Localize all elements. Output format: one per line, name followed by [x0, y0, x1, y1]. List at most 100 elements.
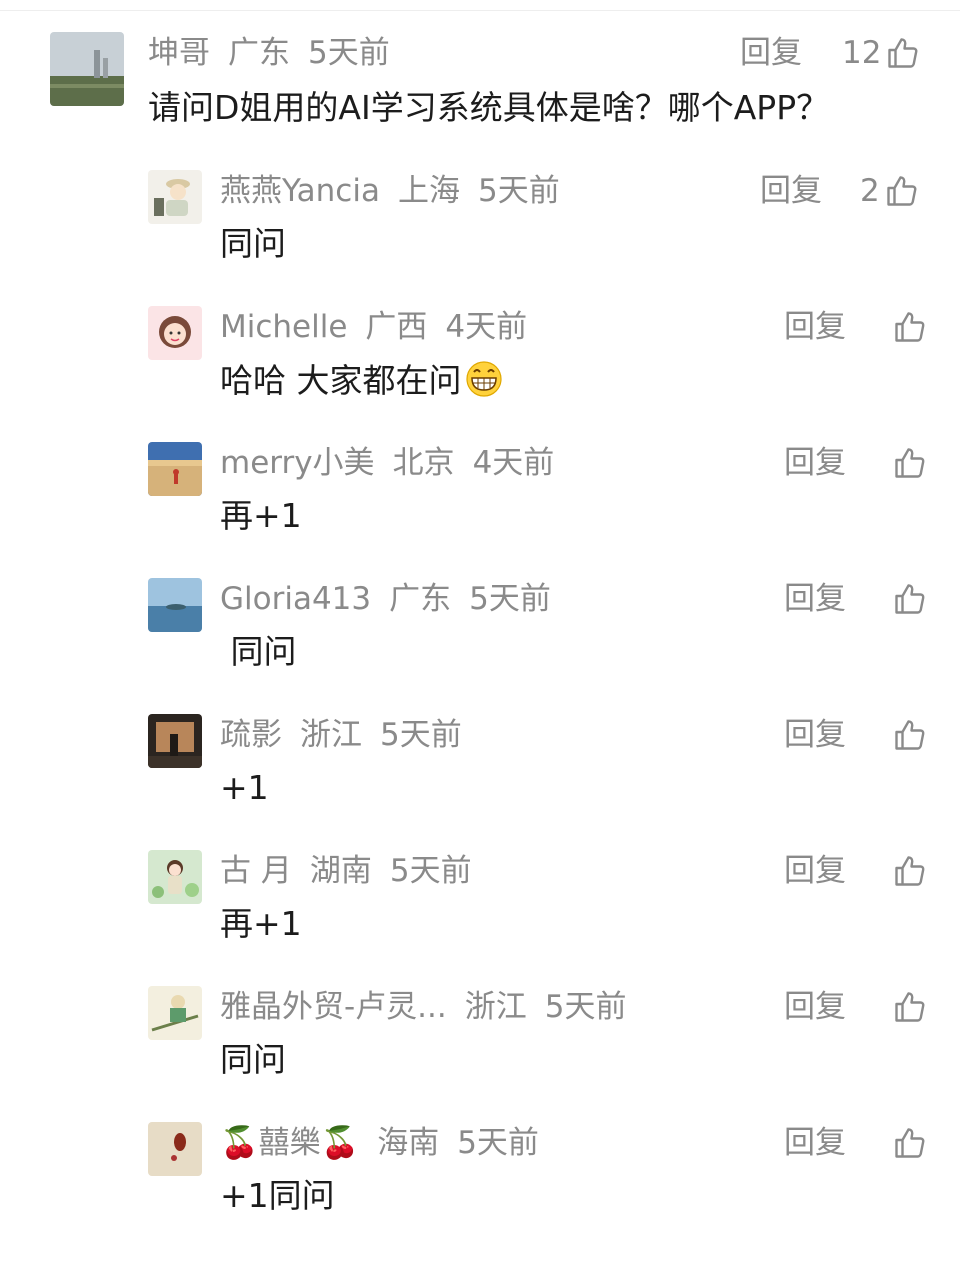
comment-meta: 坤哥 广东 5天前	[148, 32, 408, 74]
like-button[interactable]: 12	[842, 32, 921, 74]
avatar-desert-photo-icon	[148, 442, 202, 496]
location: 浙江	[464, 989, 527, 1025]
main-comment: 坤哥 广东 5天前 回复 12 请问D姐用的AI学习系统具体是啥？哪个APP？	[0, 0, 960, 136]
avatar-cartoon-girl-icon	[148, 306, 202, 360]
author-name[interactable]: Gloria413	[220, 581, 371, 617]
comment-text-content: 同问	[220, 1040, 286, 1079]
avatar[interactable]	[148, 850, 202, 904]
location: 广西	[365, 309, 428, 345]
timestamp: 5天前	[469, 581, 551, 617]
location: 湖南	[309, 853, 372, 889]
reply-button[interactable]: 回复	[784, 578, 846, 620]
author-name[interactable]: 坤哥	[148, 35, 210, 71]
location: 浙江	[300, 717, 362, 753]
author-name[interactable]: merry小美	[220, 445, 375, 481]
comment-meta: merry小美 北京 4天前	[220, 442, 572, 484]
like-count: 2	[860, 173, 880, 209]
reply-button[interactable]: 回复	[784, 714, 846, 756]
comment-text: +1同问	[220, 1174, 335, 1218]
avatar[interactable]	[148, 442, 202, 496]
avatar[interactable]	[148, 714, 202, 768]
reply-comment: 燕燕Yancia 上海 5天前 回复 2 同问	[0, 170, 960, 306]
like-button[interactable]	[888, 578, 928, 620]
reply-button[interactable]: 回复	[784, 850, 846, 892]
like-button[interactable]	[888, 306, 928, 348]
comment-text: +1	[220, 766, 269, 810]
avatar[interactable]	[148, 578, 202, 632]
location: 广东	[228, 35, 290, 71]
comment-meta: Gloria413 广东 5天前	[220, 578, 569, 620]
comment-text-content: +1同问	[220, 1176, 335, 1215]
author-name[interactable]: 🍒囍樂🍒	[220, 1125, 359, 1161]
timestamp: 5天前	[308, 35, 390, 71]
reply-comment: Gloria413 广东 5天前 回复 同问	[0, 578, 960, 714]
avatar[interactable]	[148, 1122, 202, 1176]
author-name[interactable]: Michelle	[220, 309, 347, 345]
avatar[interactable]	[148, 170, 202, 224]
comment-meta: 🍒囍樂🍒 海南 5天前	[220, 1122, 557, 1164]
like-button[interactable]	[888, 714, 928, 756]
like-button[interactable]: 2	[860, 170, 920, 212]
thumbs-up-icon	[888, 38, 918, 68]
comment-text: 同问	[220, 222, 286, 266]
reply-button[interactable]: 回复	[784, 306, 846, 348]
reply-button[interactable]: 回复	[784, 1122, 846, 1164]
thumbs-up-icon	[895, 856, 925, 886]
author-name[interactable]: 雅晶外贸-卢灵...	[220, 989, 447, 1025]
reply-comment: merry小美 北京 4天前 回复再+1	[0, 442, 960, 578]
comment-meta: 疏影 浙江 5天前	[220, 714, 480, 756]
author-name[interactable]: 古 月	[220, 853, 292, 889]
like-button[interactable]	[888, 1122, 928, 1164]
comment-text-content: 再+1	[220, 496, 302, 535]
reply-comment: 古 月湖南 5天前 回复 再+1	[0, 850, 960, 986]
timestamp: 5天前	[477, 173, 560, 209]
reply-button[interactable]: 回复	[784, 442, 846, 484]
comment-text: 同问	[220, 1038, 286, 1082]
thumbs-up-icon	[895, 1128, 925, 1158]
like-button[interactable]	[888, 442, 928, 484]
avatar-landscape-city-icon	[50, 32, 124, 106]
reply-button[interactable]: 回复	[760, 170, 822, 212]
comment-text: 再+1	[220, 494, 302, 538]
reply-button[interactable]: 回复	[740, 32, 802, 74]
avatar-painting-icon	[148, 986, 202, 1040]
reply-button[interactable]: 回复	[784, 986, 846, 1028]
comment-text: 同问	[220, 630, 297, 674]
like-button[interactable]	[888, 986, 928, 1028]
comment-text-content: +1	[220, 768, 269, 807]
location: 上海	[397, 173, 460, 209]
author-name[interactable]: 燕燕Yancia	[220, 173, 380, 209]
timestamp: 5天前	[389, 853, 472, 889]
author-name[interactable]: 疏影	[220, 717, 282, 753]
reply-comment: 🍒囍樂🍒 海南 5天前 回复 +1同问	[0, 1122, 960, 1258]
comment-meta: 雅晶外贸-卢灵... 浙江 5天前	[220, 986, 644, 1028]
thumbs-up-icon	[895, 448, 925, 478]
location: 北京	[392, 445, 455, 481]
comment-text: 请问D姐用的AI学习系统具体是啥？哪个APP？	[148, 88, 830, 127]
like-count: 12	[842, 35, 882, 71]
timestamp: 5天前	[380, 717, 462, 753]
like-button[interactable]	[888, 850, 928, 892]
timestamp: 5天前	[457, 1125, 539, 1161]
reply-comment: 疏影 浙江 5天前 回复 +1	[0, 714, 960, 850]
comment-text-content: 同问	[220, 632, 297, 671]
avatar-sea-island-icon	[148, 578, 202, 632]
thumbs-up-icon	[895, 720, 925, 750]
avatar-cartoon-traveler-icon	[148, 170, 202, 224]
comment-meta: 燕燕Yancia 上海 5天前	[220, 170, 578, 212]
avatar-girl-garden-icon	[148, 850, 202, 904]
grinning-emoji-icon	[465, 361, 502, 397]
thumbs-up-icon	[895, 584, 925, 614]
avatar[interactable]	[50, 32, 124, 106]
avatar[interactable]	[148, 986, 202, 1040]
thumbs-up-icon	[887, 176, 917, 206]
avatar-beige-object-icon	[148, 1122, 202, 1176]
timestamp: 4天前	[445, 309, 528, 345]
timestamp: 5天前	[544, 989, 627, 1025]
thumbs-up-icon	[895, 992, 925, 1022]
avatar[interactable]	[148, 306, 202, 360]
comment-text-content: 哈哈 大家都在问	[220, 361, 462, 400]
avatar-dusk-photo-icon	[148, 714, 202, 768]
timestamp: 4天前	[472, 445, 555, 481]
location: 广东	[389, 581, 452, 617]
